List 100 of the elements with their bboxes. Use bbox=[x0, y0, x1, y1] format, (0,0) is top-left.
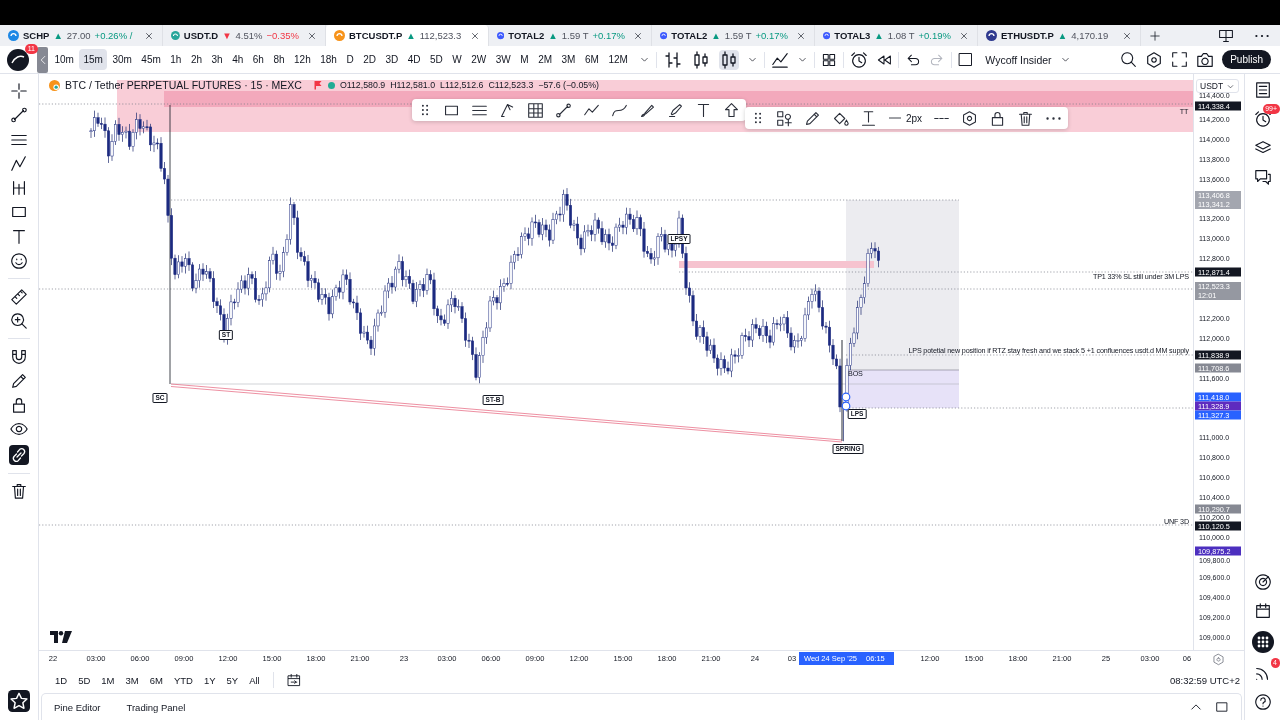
range-button[interactable]: 5D bbox=[74, 671, 95, 689]
monitor-icon[interactable] bbox=[1218, 27, 1234, 44]
alarm-clock-icon[interactable] bbox=[1253, 110, 1272, 128]
apps-grid-icon[interactable] bbox=[1251, 631, 1274, 653]
logo-icon[interactable] bbox=[50, 631, 72, 643]
trend-line-icon[interactable] bbox=[555, 101, 572, 119]
symbol-tab[interactable]: TOTAL2 ▲ 1.59 T +0.17% bbox=[489, 25, 652, 46]
close-icon[interactable] bbox=[959, 30, 969, 41]
interval-button[interactable]: 4D bbox=[403, 49, 425, 70]
interval-button[interactable]: 12M bbox=[604, 49, 632, 70]
range-button[interactable]: 6M bbox=[145, 671, 167, 689]
range-button[interactable]: 3M bbox=[121, 671, 143, 689]
highlighter-icon[interactable] bbox=[667, 101, 684, 119]
close-icon[interactable] bbox=[633, 30, 643, 41]
help-icon[interactable] bbox=[1253, 693, 1272, 711]
flag-icon[interactable] bbox=[312, 80, 323, 90]
symbol-tab[interactable]: SCHP ▲ 27.00 +0.26% / bbox=[0, 25, 163, 46]
interval-button[interactable]: 1h bbox=[166, 49, 186, 70]
interval-button[interactable]: 45m bbox=[137, 49, 165, 70]
publish-button[interactable]: Publish bbox=[1222, 50, 1271, 69]
calendar-icon[interactable] bbox=[1253, 602, 1272, 620]
text-tool-icon[interactable] bbox=[10, 227, 28, 246]
interval-button[interactable]: 3M bbox=[557, 49, 580, 70]
interval-button[interactable]: 4h bbox=[228, 49, 248, 70]
panel-tab[interactable]: Pine Editor bbox=[54, 701, 101, 713]
logo-icon[interactable] bbox=[7, 48, 29, 71]
pencil-icon[interactable] bbox=[804, 109, 821, 127]
range-button[interactable]: 1D bbox=[51, 671, 72, 689]
interval-button[interactable]: W bbox=[448, 49, 466, 70]
template-dropdown[interactable]: Wycoff Insider bbox=[985, 53, 1052, 66]
close-icon[interactable] bbox=[1122, 30, 1132, 41]
interval-button[interactable]: 3W bbox=[491, 49, 515, 70]
currency-dropdown[interactable]: USDT bbox=[1196, 79, 1240, 93]
star-icon[interactable] bbox=[8, 690, 30, 712]
interval-button[interactable]: 2W bbox=[467, 49, 491, 70]
chat-icon[interactable] bbox=[1253, 168, 1272, 186]
range-button[interactable]: All bbox=[245, 671, 264, 689]
settings-icon[interactable] bbox=[961, 109, 979, 127]
interval-button[interactable]: 10m bbox=[50, 49, 78, 70]
arrow-up-icon[interactable] bbox=[723, 101, 740, 119]
smiley-icon[interactable] bbox=[10, 252, 28, 271]
interval-button[interactable]: 2D bbox=[359, 49, 380, 70]
lock-icon[interactable] bbox=[10, 396, 28, 415]
search-icon[interactable] bbox=[1120, 51, 1138, 68]
panel-tab[interactable]: Trading Panel bbox=[126, 701, 186, 713]
link-icon[interactable] bbox=[9, 444, 29, 465]
trash-icon[interactable] bbox=[10, 482, 28, 501]
square-icon[interactable] bbox=[958, 52, 974, 67]
legend-title[interactable]: BTC / Tether PERPETUAL FUTURES · 15 · MEXC bbox=[65, 79, 302, 91]
interval-button[interactable]: 18h bbox=[316, 49, 341, 70]
alarm-clock-icon[interactable] bbox=[850, 50, 869, 69]
interval-button[interactable]: D bbox=[342, 49, 358, 70]
interval-button[interactable]: 2M bbox=[534, 49, 557, 70]
interval-button[interactable]: 2h bbox=[186, 49, 207, 70]
trend-line-icon[interactable] bbox=[10, 106, 28, 125]
settings-icon[interactable] bbox=[1145, 50, 1164, 69]
symbol-tab[interactable]: TOTAL2 ▲ 1.59 T +0.17% bbox=[652, 25, 815, 46]
calendar-icon[interactable] bbox=[286, 673, 301, 687]
interval-button[interactable]: 8h bbox=[269, 49, 289, 70]
scroll-left-button[interactable] bbox=[37, 46, 48, 73]
table-icon[interactable] bbox=[527, 101, 544, 119]
maximize-icon[interactable] bbox=[1215, 700, 1229, 714]
interval-button[interactable]: 3h bbox=[207, 49, 227, 70]
close-icon[interactable] bbox=[796, 30, 806, 41]
crosshair-icon[interactable] bbox=[10, 82, 28, 100]
trash-icon[interactable] bbox=[1017, 109, 1035, 127]
symbol-tab[interactable]: BTCUSDT.P ▲ 112,523.3 bbox=[326, 25, 489, 46]
text-color-icon[interactable] bbox=[860, 109, 877, 127]
interval-button[interactable]: 6h bbox=[248, 49, 268, 70]
interval-button[interactable]: 5D bbox=[426, 49, 447, 70]
fullscreen-icon[interactable] bbox=[1171, 51, 1189, 68]
range-button[interactable]: 5Y bbox=[222, 671, 243, 689]
range-button[interactable]: 1M bbox=[97, 671, 119, 689]
interval-button[interactable]: M bbox=[516, 49, 533, 70]
interval-button[interactable]: 30m bbox=[108, 49, 136, 70]
close-icon[interactable] bbox=[307, 30, 317, 41]
plus-icon[interactable] bbox=[1149, 29, 1161, 42]
magnet-icon[interactable] bbox=[10, 347, 28, 366]
close-icon[interactable] bbox=[470, 30, 480, 41]
grid-icon[interactable] bbox=[821, 51, 838, 68]
camera-icon[interactable] bbox=[1196, 50, 1215, 69]
pencil-icon[interactable] bbox=[10, 371, 28, 390]
interval-button[interactable]: 6M bbox=[580, 49, 603, 70]
zoom-in-icon[interactable] bbox=[10, 311, 28, 330]
interval-button[interactable]: 15m bbox=[79, 49, 107, 70]
line-width-button[interactable]: 2px bbox=[888, 111, 923, 125]
close-icon[interactable] bbox=[144, 30, 154, 41]
list-icon[interactable] bbox=[1253, 81, 1272, 99]
zigzag-icon[interactable] bbox=[10, 154, 28, 173]
symbol-tab[interactable]: ETHUSDT.P ▲ 4,170.19 bbox=[978, 25, 1141, 46]
interval-button[interactable]: 3D bbox=[381, 49, 403, 70]
shapes-icon[interactable] bbox=[776, 109, 793, 127]
text-tool-icon[interactable] bbox=[695, 101, 712, 119]
hollow-candles-icon[interactable] bbox=[719, 49, 740, 70]
vertical-lines-icon[interactable] bbox=[10, 179, 28, 198]
target-icon[interactable] bbox=[1253, 573, 1272, 591]
range-button[interactable]: YTD bbox=[169, 671, 197, 689]
interval-button[interactable]: 12h bbox=[290, 49, 315, 70]
pitchfork-icon[interactable] bbox=[499, 101, 516, 119]
line-chart-icon[interactable] bbox=[771, 50, 790, 69]
